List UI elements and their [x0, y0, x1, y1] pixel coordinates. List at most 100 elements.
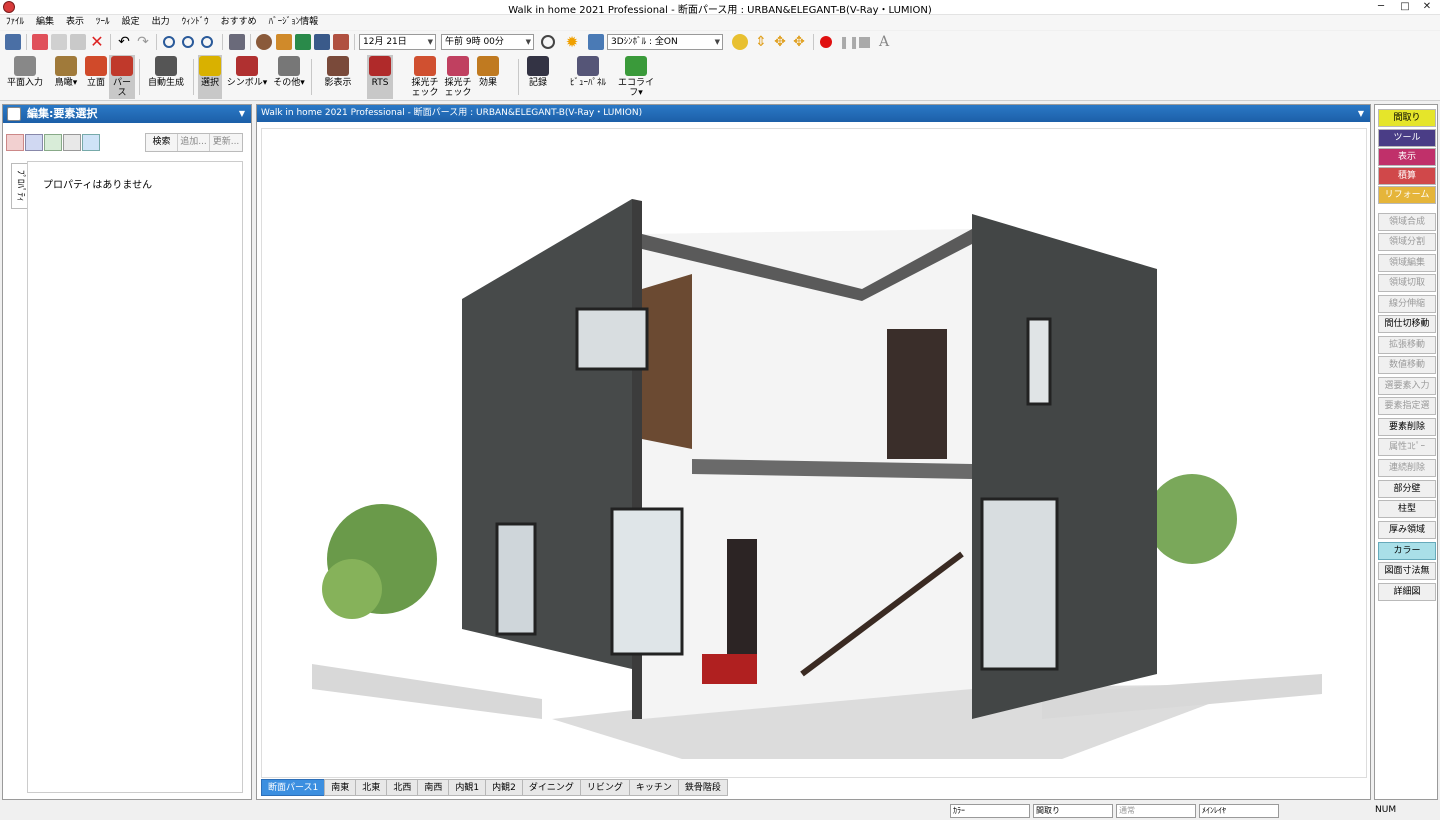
badge-icon[interactable]	[295, 34, 311, 50]
cmd-attribute-copy[interactable]: 属性ｺﾋﾟｰ	[1378, 438, 1436, 456]
move-up-icon[interactable]: ⇕	[753, 34, 769, 50]
tab-southwest[interactable]: 南西	[417, 779, 450, 796]
cmd-color[interactable]: カラー	[1378, 542, 1436, 560]
tab-interior-2[interactable]: 内観2	[485, 779, 523, 796]
ecolife-button[interactable]: エコライフ▾	[614, 55, 658, 99]
tab-section-perspective[interactable]: 断面パース1	[261, 779, 326, 796]
cmd-thickness-region[interactable]: 厚み領域	[1378, 521, 1436, 539]
cut-icon[interactable]	[32, 34, 48, 50]
minimize-button[interactable]: ─	[1368, 0, 1394, 15]
render-canvas[interactable]	[261, 128, 1367, 778]
birdseye-button[interactable]: 鳥瞰▾	[50, 55, 82, 99]
cmd-element-delete[interactable]: 要素削除	[1378, 418, 1436, 436]
menu-settings[interactable]: 設定	[116, 15, 146, 30]
cmd-region-edit[interactable]: 領域編集	[1378, 254, 1436, 272]
select-button[interactable]: 選択	[198, 55, 222, 99]
menu-edit[interactable]: 編集	[30, 15, 60, 30]
close-button[interactable]: ✕	[1414, 0, 1440, 15]
material-icon[interactable]	[276, 34, 292, 50]
mode-floorplan[interactable]: 間取り	[1378, 109, 1436, 127]
move-icon[interactable]: ✥	[772, 34, 788, 50]
redo-icon[interactable]: ↷	[135, 34, 151, 50]
mode-reform[interactable]: リフォーム	[1378, 186, 1436, 204]
save-icon[interactable]	[5, 34, 21, 50]
chevron-down-icon[interactable]: ▼	[239, 105, 245, 123]
mode-display[interactable]: 表示	[1378, 148, 1436, 166]
settings-icon[interactable]	[314, 34, 330, 50]
auto-generate-button[interactable]: 自動生成	[145, 55, 187, 99]
property-side-tab[interactable]: ﾌﾟﾛﾊﾟﾃｨ	[11, 163, 27, 209]
cmd-region-split[interactable]: 領域分割	[1378, 233, 1436, 251]
tab-dining[interactable]: ダイニング	[521, 779, 581, 796]
print-icon[interactable]	[229, 34, 245, 50]
rts-button[interactable]: RTS	[367, 55, 393, 99]
copy-icon[interactable]	[51, 34, 67, 50]
cmd-continuous-delete[interactable]: 連続削除	[1378, 459, 1436, 477]
zoom-out-icon[interactable]	[201, 36, 213, 48]
stop-icon[interactable]	[859, 37, 870, 48]
cmd-no-dimension[interactable]: 図面寸法無	[1378, 562, 1436, 580]
cmd-partial-wall[interactable]: 部分壁	[1378, 480, 1436, 498]
blue-book-icon[interactable]	[25, 134, 43, 151]
cmd-region-merge[interactable]: 領域合成	[1378, 213, 1436, 231]
menu-window[interactable]: ｳｨﾝﾄﾞｳ	[176, 15, 215, 30]
cmd-partition-move[interactable]: 間仕切移動	[1378, 315, 1436, 333]
record-button[interactable]: 記録	[524, 55, 552, 99]
delete-icon[interactable]: ✕	[89, 34, 105, 50]
menu-tool[interactable]: ﾂｰﾙ	[90, 15, 116, 30]
pause-icon[interactable]: ❚❚	[839, 34, 859, 50]
cmd-pillar[interactable]: 柱型	[1378, 500, 1436, 518]
record-icon[interactable]	[820, 36, 832, 48]
perspective-button[interactable]: パース	[109, 55, 135, 99]
cmd-extend-move[interactable]: 拡張移動	[1378, 336, 1436, 354]
red-book-icon[interactable]	[6, 134, 24, 151]
tab-living[interactable]: リビング	[579, 779, 630, 796]
properties-icon[interactable]	[82, 134, 100, 151]
search-button[interactable]: 検索	[146, 134, 178, 151]
undo-icon[interactable]: ↶	[116, 34, 132, 50]
tab-steel-stairs[interactable]: 鉄骨階段	[677, 779, 728, 796]
cmd-element-specify[interactable]: 要素指定選	[1378, 397, 1436, 415]
tab-northeast[interactable]: 北東	[355, 779, 388, 796]
date-select[interactable]: 12月 21日 ▼	[359, 34, 436, 50]
lighting-check-button[interactable]: 採光チェック	[443, 55, 473, 99]
other-button[interactable]: その他▾	[270, 55, 308, 99]
sun-icon[interactable]: ✹	[564, 34, 580, 50]
person-icon[interactable]	[256, 34, 272, 50]
daylight-check-button[interactable]: 採光チェック	[410, 55, 440, 99]
mode-estimate[interactable]: 積算	[1378, 167, 1436, 185]
update-button[interactable]: 更新...	[210, 134, 242, 151]
symbol-button[interactable]: シンボル▾	[226, 55, 268, 99]
cmd-line-stretch[interactable]: 線分伸縮	[1378, 295, 1436, 313]
menu-file[interactable]: ﾌｧｲﾙ	[0, 15, 30, 30]
tab-southeast[interactable]: 南東	[324, 779, 357, 796]
rotate-icon[interactable]	[732, 34, 748, 50]
effect-button[interactable]: 効果	[475, 55, 501, 99]
table-icon[interactable]	[63, 134, 81, 151]
add-button[interactable]: 追加...	[178, 134, 210, 151]
chevron-down-icon[interactable]: ▼	[1358, 105, 1364, 122]
paint-icon[interactable]	[333, 34, 349, 50]
pan-icon[interactable]: ✥	[791, 34, 807, 50]
menu-view[interactable]: 表示	[60, 15, 90, 30]
view-panel-button[interactable]: ﾋﾞｭｰﾊﾟﾈﾙ	[565, 55, 611, 99]
image-icon[interactable]	[44, 134, 62, 151]
cmd-numeric-move[interactable]: 数値移動	[1378, 356, 1436, 374]
menu-version[interactable]: ﾊﾞｰｼﾞｮﾝ情報	[263, 15, 325, 30]
mode-tool[interactable]: ツール	[1378, 129, 1436, 147]
time-select[interactable]: 午前 9時 00分 ▼	[441, 34, 534, 50]
cmd-detail[interactable]: 詳細図	[1378, 583, 1436, 601]
cmd-region-cut[interactable]: 領域切取	[1378, 274, 1436, 292]
clock-icon[interactable]	[541, 35, 555, 49]
paste-icon[interactable]	[70, 34, 86, 50]
shadow-button[interactable]: 影表示	[318, 55, 358, 99]
elevation-button[interactable]: 立面	[83, 55, 109, 99]
text-icon[interactable]: A	[876, 34, 892, 50]
zoom-icon[interactable]	[163, 36, 175, 48]
tab-kitchen[interactable]: キッチン	[628, 779, 679, 796]
tab-interior-1[interactable]: 内観1	[448, 779, 487, 796]
3d-symbol-select[interactable]: 3Dｼﾝﾎﾞﾙ : 全ON ▼	[607, 34, 723, 50]
tab-northwest[interactable]: 北西	[386, 779, 419, 796]
zoom-in-icon[interactable]	[182, 36, 194, 48]
symbol-icon[interactable]	[588, 34, 604, 50]
